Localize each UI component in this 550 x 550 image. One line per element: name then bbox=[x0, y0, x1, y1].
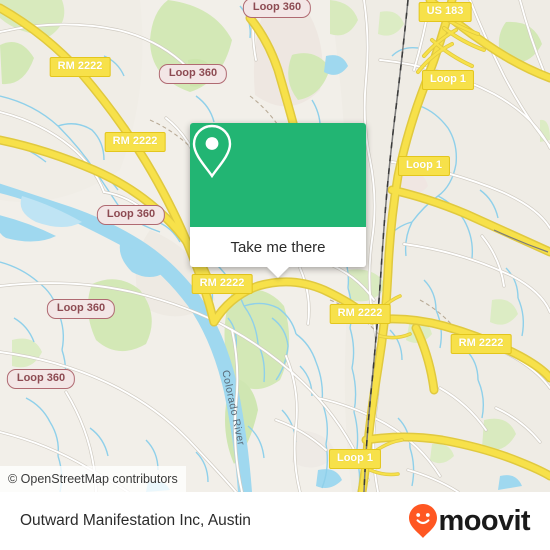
take-me-there-label: Take me there bbox=[230, 238, 326, 256]
road-shield: RM 2222 bbox=[329, 304, 391, 324]
map-attribution[interactable]: © OpenStreetMap contributors bbox=[0, 466, 186, 492]
map-pin-icon bbox=[192, 124, 232, 179]
road-shield: Loop 1 bbox=[328, 449, 382, 469]
popup-pointer-tail bbox=[267, 267, 289, 278]
road-shield: RM 2222 bbox=[450, 334, 512, 354]
road-shield: Loop 360 bbox=[158, 64, 228, 84]
road-shield: US 183 bbox=[418, 2, 472, 22]
moovit-pin-smiley-icon bbox=[408, 504, 437, 538]
map-canvas[interactable]: Loop 360 US 183 RM 2222 Loop 360 Loop 1 RM 22… bbox=[0, 0, 550, 492]
footer-bar: Outward Manifestation Inc, Austin moovit bbox=[0, 492, 550, 550]
road-shield: RM 2222 bbox=[104, 132, 166, 152]
moovit-map-screenshot: Loop 360 US 183 RM 2222 Loop 360 Loop 1 RM 22… bbox=[0, 0, 550, 550]
take-me-there-button[interactable]: Take me there bbox=[190, 227, 366, 267]
road-shield: Loop 1 bbox=[397, 156, 451, 176]
moovit-logo[interactable]: moovit bbox=[408, 503, 531, 539]
road-shield: RM 2222 bbox=[49, 57, 111, 77]
road-shield: Loop 360 bbox=[6, 369, 76, 389]
road-shield: Loop 1 bbox=[421, 70, 475, 90]
page-title: Outward Manifestation Inc, Austin bbox=[20, 512, 251, 529]
attribution-text: © OpenStreetMap contributors bbox=[8, 472, 178, 486]
place-popup-card[interactable]: Take me there bbox=[190, 123, 366, 278]
road-shield: Loop 360 bbox=[242, 0, 312, 18]
road-shield: RM 2222 bbox=[191, 274, 253, 294]
moovit-wordmark: moovit bbox=[438, 504, 531, 537]
popup-image-area bbox=[190, 123, 366, 227]
road-shield: Loop 360 bbox=[96, 205, 166, 225]
road-shield: Loop 360 bbox=[46, 299, 116, 319]
